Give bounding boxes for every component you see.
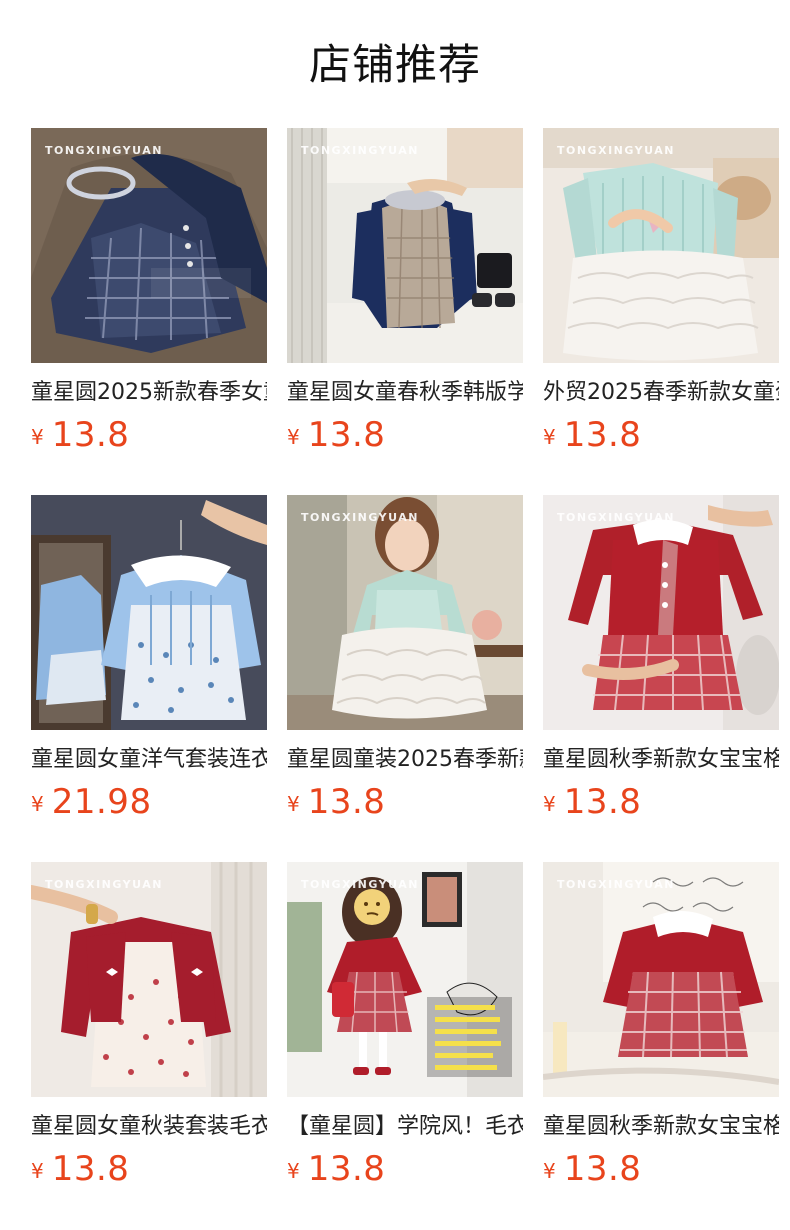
currency-symbol: ¥ [287,1159,300,1183]
product-title[interactable]: 童星圆秋季新款女宝宝格子连衣裙 [543,1111,779,1143]
currency-symbol: ¥ [31,425,44,449]
brand-watermark: TONGXINGYUAN [301,878,419,891]
recommend-page: 店铺推荐 TONGXINGYUAN 童星圆2025新款春季女 ¥ 13.8 TO… [0,0,790,1230]
brand-watermark: TONGXINGYUAN [45,144,163,157]
product-image[interactable]: TONGXINGYUAN [287,128,523,363]
currency-symbol: ¥ [31,792,44,816]
price-value: 13.8 [563,415,642,455]
product-image[interactable]: TONGXINGYUAN [287,495,523,730]
product-title[interactable]: 童星圆女童春秋季韩版学院风套装 [287,377,523,409]
price-value: 13.8 [307,415,386,455]
product-card[interactable]: TONGXINGYUAN 童星圆童装2025春季新款女童套装 ¥13.8 [287,495,523,862]
product-title[interactable]: 【童星圆】学院风！毛衣格子裙套装 [287,1111,523,1143]
product-price: ¥13.8 [287,1149,523,1189]
currency-symbol: ¥ [543,425,556,449]
price-value: 13.8 [307,1149,386,1189]
section-title: 店铺推荐 [308,40,481,89]
product-card[interactable]: TONGXINGYUAN 童星圆秋季新款女宝宝格子连衣裙 ¥13.8 [543,862,779,1229]
product-title[interactable]: 童星圆秋季新款女宝宝格子裙套装 [543,744,779,776]
product-price: ¥13.8 [287,415,523,455]
brand-watermark: TONGXINGYUAN [301,144,419,157]
brand-watermark: TONGXINGYUAN [557,878,675,891]
price-value: 13.8 [563,782,642,822]
price-value: 13.8 [51,415,130,455]
currency-symbol: ¥ [543,792,556,816]
brand-watermark: TONGXINGYUAN [557,511,675,524]
price-value: 21.98 [51,782,152,822]
product-card[interactable]: TONGXINGYUAN 童星圆2025新款春季女童连衣裙套装 ¥13.8 [31,128,267,495]
product-price: ¥13.8 [543,782,779,822]
product-price: ¥13.8 [543,1149,779,1189]
brand-watermark: TONGXINGYUAN [45,878,163,891]
price-value: 13.8 [51,1149,130,1189]
product-title[interactable]: 童星圆女童洋气套装连衣裙 [31,744,267,776]
product-card[interactable]: TONGXINGYUAN 童星圆女童秋装套装毛衣开衫碎花裙 ¥13.8 [31,862,267,1229]
product-card[interactable]: TONGXINGYUAN 童星圆秋季新款女宝宝格子裙套装 ¥13.8 [543,495,779,862]
product-price: ¥13.8 [543,415,779,455]
currency-symbol: ¥ [31,1159,44,1183]
product-card[interactable]: TONGXINGYUAN 外贸2025春季新款女童蛋糕裙套装 ¥13.8 [543,128,779,495]
product-image[interactable]: TONGXINGYUAN [287,862,523,1097]
product-image[interactable] [31,495,267,730]
product-price: ¥13.8 [31,415,267,455]
product-title[interactable]: 外贸2025春季新款女童蛋糕裙套装 [543,377,779,409]
currency-symbol: ¥ [287,792,300,816]
currency-symbol: ¥ [543,1159,556,1183]
brand-watermark: TONGXINGYUAN [301,511,419,524]
product-title[interactable]: 童星圆女童秋装套装毛衣开衫碎花裙 [31,1111,267,1143]
product-title[interactable]: 童星圆2025新款春季女童连衣裙套装 [31,377,267,409]
product-price: ¥13.8 [287,782,523,822]
product-price: ¥13.8 [31,1149,267,1189]
product-price: ¥21.98 [31,782,267,822]
product-title[interactable]: 童星圆童装2025春季新款女童套装 [287,744,523,776]
product-card[interactable]: 童星圆女童洋气套装连衣裙 ¥21.98 [31,495,267,862]
product-grid: TONGXINGYUAN 童星圆2025新款春季女童连衣裙套装 ¥13.8 [31,128,779,1229]
brand-watermark: TONGXINGYUAN [557,144,675,157]
product-image[interactable]: TONGXINGYUAN [543,862,779,1097]
product-image[interactable]: TONGXINGYUAN [543,128,779,363]
product-image[interactable]: TONGXINGYUAN [31,128,267,363]
product-card[interactable]: TONGXINGYUAN 童星圆女童春秋季韩版学院风套装 ¥13.8 [287,128,523,495]
price-value: 13.8 [307,782,386,822]
currency-symbol: ¥ [287,425,300,449]
product-image[interactable]: TONGXINGYUAN [543,495,779,730]
product-card[interactable]: TONGXINGYUAN 【童星圆】学院风！毛衣格子裙套装 ¥13.8 [287,862,523,1229]
product-image[interactable]: TONGXINGYUAN [31,862,267,1097]
price-value: 13.8 [563,1149,642,1189]
